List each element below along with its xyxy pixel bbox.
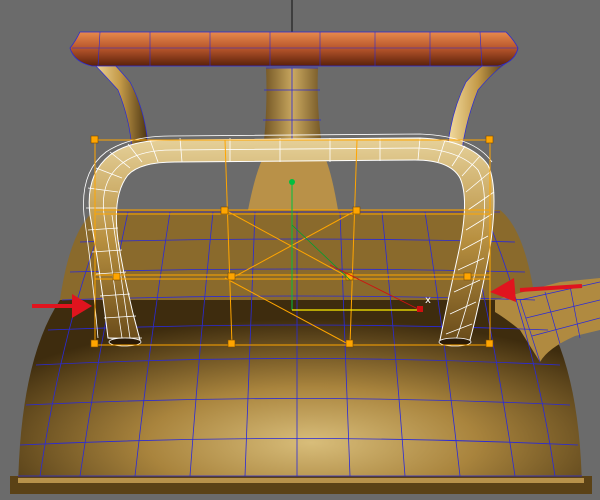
kettle-lid[interactable]: [69, 31, 519, 67]
viewport-canvas[interactable]: [0, 0, 600, 500]
kettle-body[interactable]: [10, 68, 592, 494]
gizmo-y-handle: [289, 179, 295, 185]
gizmo-x-label: x: [425, 295, 431, 306]
gizmo-x-handle: [417, 306, 423, 312]
3d-viewport[interactable]: x: [0, 0, 600, 500]
